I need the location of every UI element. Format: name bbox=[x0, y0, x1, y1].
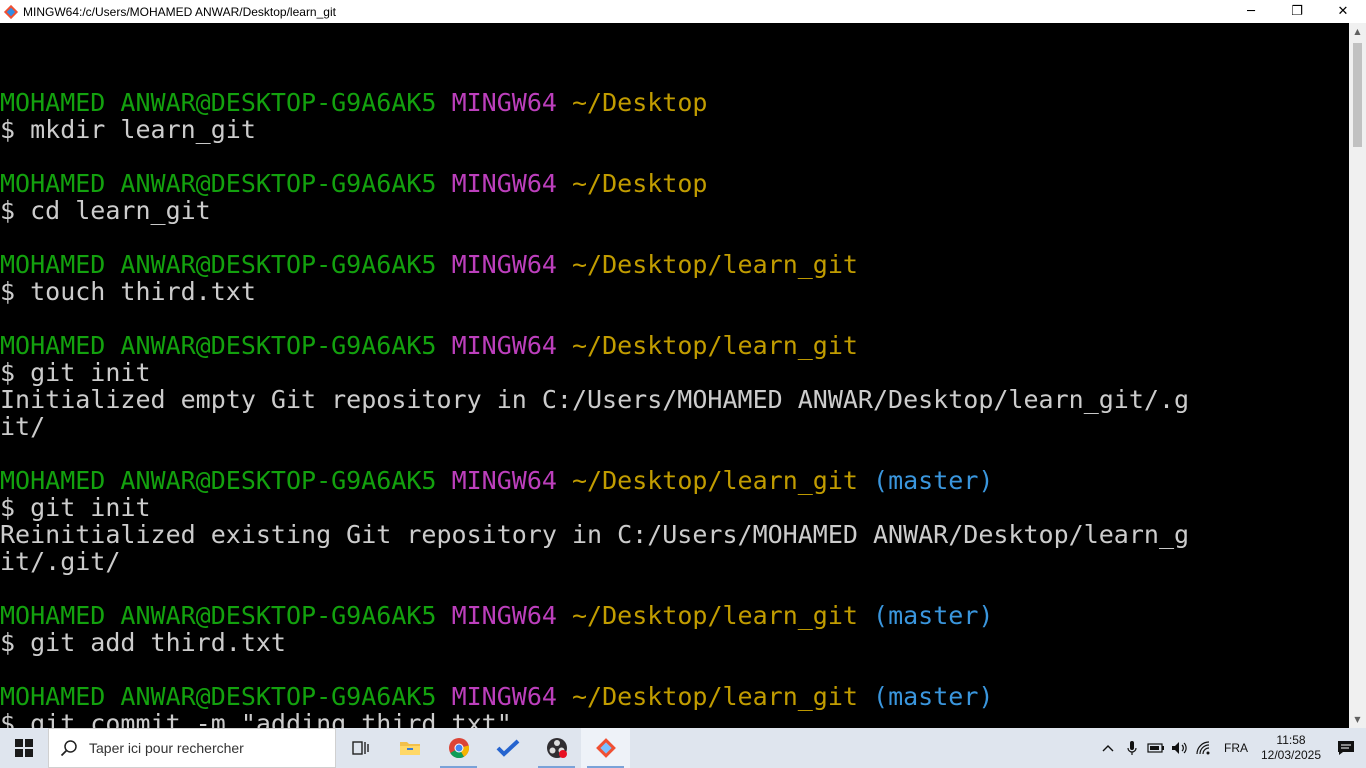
obs-icon bbox=[546, 738, 567, 758]
terminal-text-line: $ mkdir learn_git bbox=[0, 115, 256, 144]
terminal-text-line: $ git commit -m "adding third.txt" bbox=[0, 709, 512, 728]
prompt-user-host: MOHAMED ANWAR@DESKTOP-G9A6AK5 bbox=[0, 169, 437, 198]
wifi-icon[interactable] bbox=[1192, 728, 1216, 768]
prompt-env: MINGW64 bbox=[451, 682, 557, 711]
notification-icon bbox=[1338, 741, 1354, 755]
terminal-text-line: $ git init bbox=[0, 493, 151, 522]
terminal-text-line: Reinitialized existing Git repository in… bbox=[0, 520, 1190, 549]
chrome-icon bbox=[448, 738, 469, 759]
prompt-branch: (master) bbox=[873, 682, 994, 711]
prompt-user-host: MOHAMED ANWAR@DESKTOP-G9A6AK5 bbox=[0, 331, 437, 360]
prompt-branch: (master) bbox=[873, 466, 994, 495]
notification-center-button[interactable] bbox=[1326, 728, 1366, 768]
checkmark-icon bbox=[496, 739, 519, 757]
start-button[interactable] bbox=[0, 728, 48, 768]
prompt-user-host: MOHAMED ANWAR@DESKTOP-G9A6AK5 bbox=[0, 601, 437, 630]
terminal-prompt-line: MOHAMED ANWAR@DESKTOP-G9A6AK5 MINGW64 ~/… bbox=[0, 170, 1189, 197]
title-bar: MINGW64:/c/Users/MOHAMED ANWAR/Desktop/l… bbox=[0, 0, 1366, 23]
prompt-env: MINGW64 bbox=[451, 88, 557, 117]
task-view-button[interactable] bbox=[336, 728, 385, 768]
window-title: MINGW64:/c/Users/MOHAMED ANWAR/Desktop/l… bbox=[23, 4, 336, 19]
scroll-thumb[interactable] bbox=[1353, 43, 1362, 147]
prompt-path: ~/Desktop/learn_git bbox=[571, 250, 858, 279]
terminal-area[interactable]: MOHAMED ANWAR@DESKTOP-G9A6AK5 MINGW64 ~/… bbox=[0, 23, 1349, 728]
prompt-user-host: MOHAMED ANWAR@DESKTOP-G9A6AK5 bbox=[0, 88, 437, 117]
prompt-env: MINGW64 bbox=[451, 250, 557, 279]
clock-date: 12/03/2025 bbox=[1260, 748, 1322, 762]
terminal-text-line: it/.git/ bbox=[0, 547, 121, 576]
prompt-env: MINGW64 bbox=[451, 601, 557, 630]
terminal-output: MOHAMED ANWAR@DESKTOP-G9A6AK5 MINGW64 ~/… bbox=[0, 62, 1189, 728]
language-indicator[interactable]: FRA bbox=[1216, 741, 1256, 755]
windows-logo-icon bbox=[15, 739, 33, 757]
prompt-path: ~/Desktop bbox=[571, 169, 708, 198]
chrome-button[interactable] bbox=[434, 728, 483, 768]
terminal-text-line: $ git add third.txt bbox=[0, 628, 286, 657]
taskbar-search-box[interactable]: Taper ici pour rechercher bbox=[48, 728, 336, 768]
clock[interactable]: 11:58 12/03/2025 bbox=[1256, 733, 1326, 763]
clock-time: 11:58 bbox=[1276, 733, 1306, 747]
todo-button[interactable] bbox=[483, 728, 532, 768]
task-view-icon bbox=[351, 741, 369, 755]
search-placeholder: Taper ici pour rechercher bbox=[89, 740, 244, 756]
terminal-prompt-line: MOHAMED ANWAR@DESKTOP-G9A6AK5 MINGW64 ~/… bbox=[0, 467, 1189, 494]
file-explorer-button[interactable] bbox=[385, 728, 434, 768]
obs-button[interactable] bbox=[532, 728, 581, 768]
prompt-path: ~/Desktop bbox=[571, 88, 708, 117]
prompt-path: ~/Desktop/learn_git bbox=[571, 601, 858, 630]
close-button[interactable]: ✕ bbox=[1320, 0, 1366, 23]
volume-icon[interactable] bbox=[1168, 728, 1192, 768]
prompt-user-host: MOHAMED ANWAR@DESKTOP-G9A6AK5 bbox=[0, 682, 437, 711]
scroll-down-arrow-icon[interactable]: ▼ bbox=[1349, 711, 1366, 728]
terminal-text-line: it/ bbox=[0, 412, 46, 441]
terminal-prompt-line: MOHAMED ANWAR@DESKTOP-G9A6AK5 MINGW64 ~/… bbox=[0, 602, 1189, 629]
vertical-scrollbar[interactable]: ▲ ▼ bbox=[1349, 23, 1366, 728]
git-bash-app-icon bbox=[3, 4, 19, 20]
git-bash-button[interactable] bbox=[581, 728, 630, 768]
system-tray: FRA 11:58 12/03/2025 bbox=[1096, 728, 1366, 768]
terminal-text-line: $ git init bbox=[0, 358, 151, 387]
minimize-button[interactable]: ─ bbox=[1228, 0, 1274, 23]
taskbar: Taper ici pour rechercher FRA 11:58 12/0… bbox=[0, 728, 1366, 768]
restore-button[interactable]: ❐ bbox=[1274, 0, 1320, 23]
prompt-env: MINGW64 bbox=[451, 466, 557, 495]
microphone-icon[interactable] bbox=[1120, 728, 1144, 768]
terminal-prompt-line: MOHAMED ANWAR@DESKTOP-G9A6AK5 MINGW64 ~/… bbox=[0, 332, 1189, 359]
prompt-path: ~/Desktop/learn_git bbox=[571, 682, 858, 711]
prompt-env: MINGW64 bbox=[451, 331, 557, 360]
prompt-user-host: MOHAMED ANWAR@DESKTOP-G9A6AK5 bbox=[0, 250, 437, 279]
terminal-text-line: $ cd learn_git bbox=[0, 196, 211, 225]
prompt-branch: (master) bbox=[873, 601, 994, 630]
prompt-env: MINGW64 bbox=[451, 169, 557, 198]
terminal-text-line: Initialized empty Git repository in C:/U… bbox=[0, 385, 1190, 414]
terminal-prompt-line: MOHAMED ANWAR@DESKTOP-G9A6AK5 MINGW64 ~/… bbox=[0, 251, 1189, 278]
terminal-prompt-line: MOHAMED ANWAR@DESKTOP-G9A6AK5 MINGW64 ~/… bbox=[0, 89, 1189, 116]
taskbar-apps bbox=[336, 728, 630, 768]
prompt-path: ~/Desktop/learn_git bbox=[571, 331, 858, 360]
terminal-text-line: $ touch third.txt bbox=[0, 277, 256, 306]
prompt-user-host: MOHAMED ANWAR@DESKTOP-G9A6AK5 bbox=[0, 466, 437, 495]
scroll-up-arrow-icon[interactable]: ▲ bbox=[1349, 23, 1366, 40]
window-controls: ─ ❐ ✕ bbox=[1228, 0, 1366, 23]
search-icon bbox=[49, 739, 89, 757]
git-bash-icon bbox=[595, 738, 616, 758]
chevron-up-icon[interactable] bbox=[1096, 728, 1120, 768]
folder-icon bbox=[399, 742, 420, 755]
terminal-prompt-line: MOHAMED ANWAR@DESKTOP-G9A6AK5 MINGW64 ~/… bbox=[0, 683, 1189, 710]
battery-icon[interactable] bbox=[1144, 728, 1168, 768]
prompt-path: ~/Desktop/learn_git bbox=[571, 466, 858, 495]
